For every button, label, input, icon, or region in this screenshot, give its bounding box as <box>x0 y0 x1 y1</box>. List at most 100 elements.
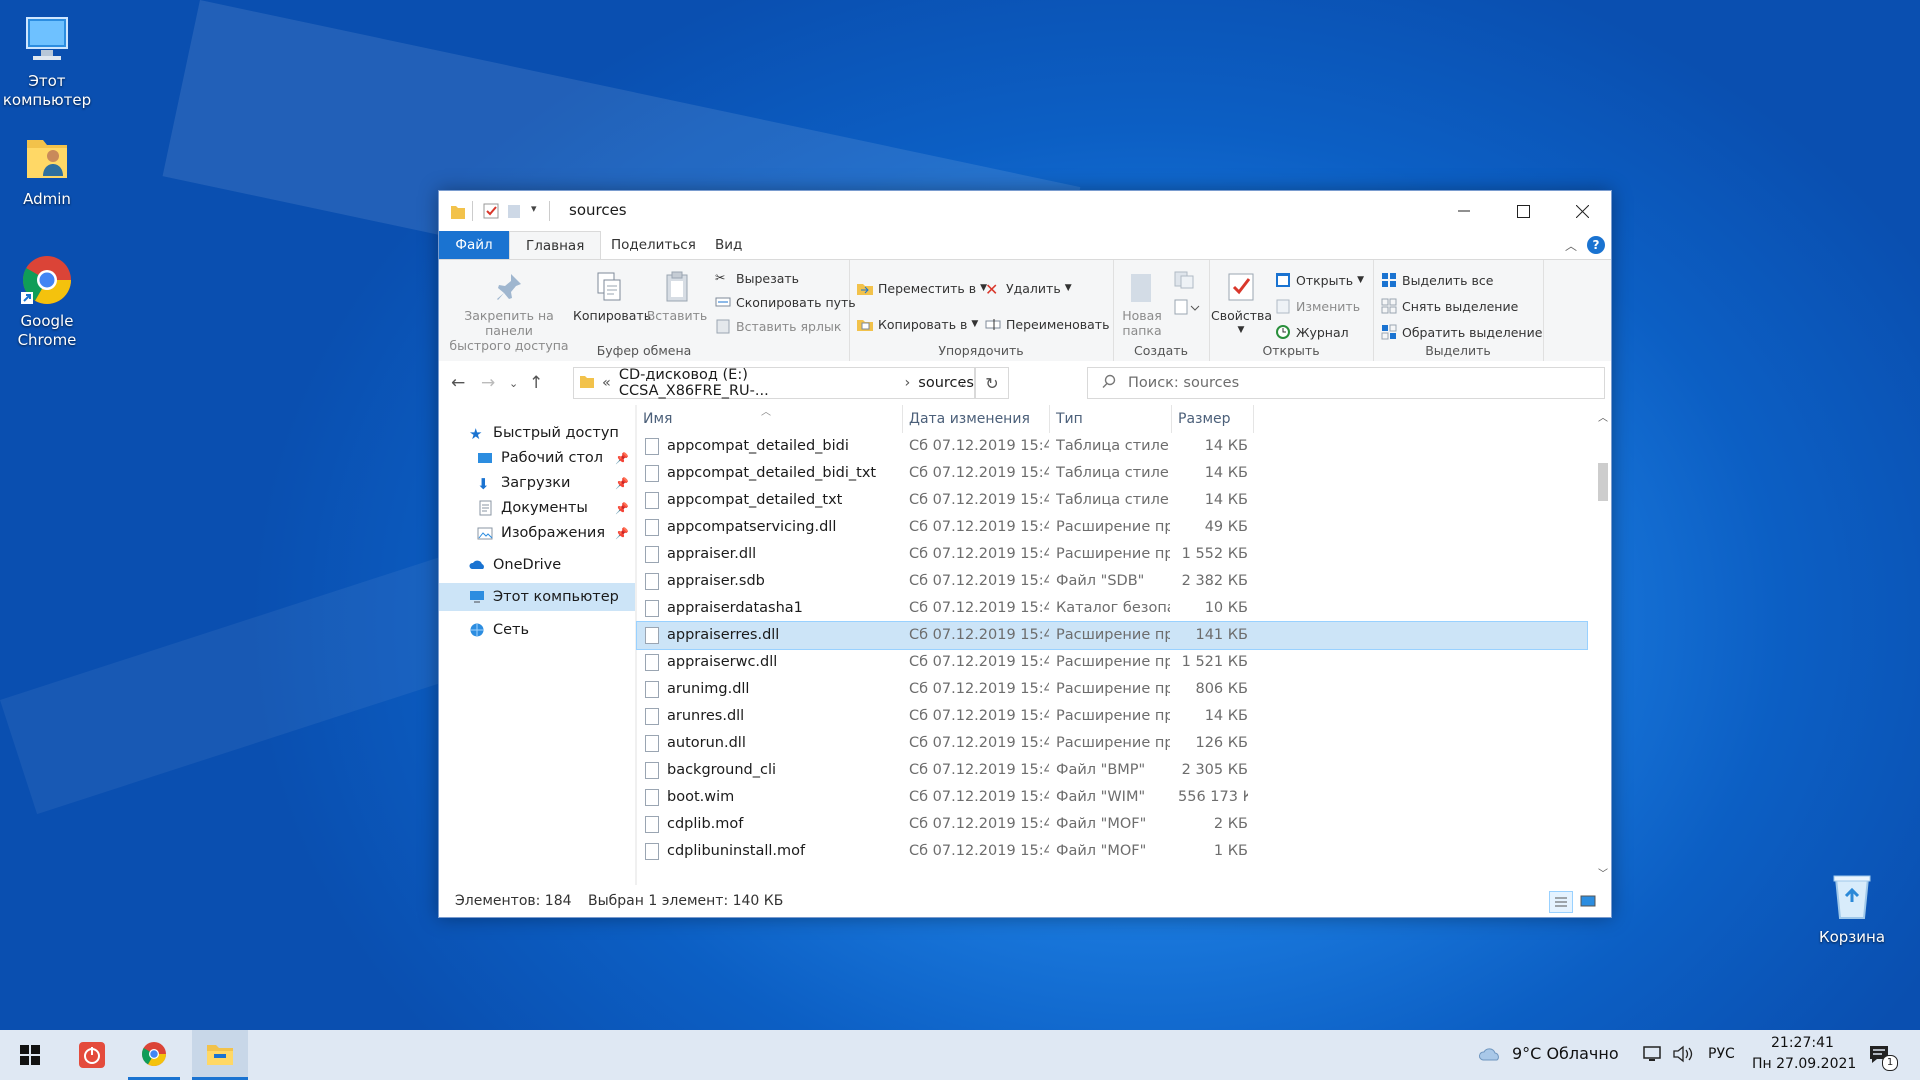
table-row[interactable]: arunimg.dll Сб 07.12.2019 15:44 Расширение… <box>637 676 1587 703</box>
new-item-icon[interactable] <box>1173 270 1197 294</box>
select-all-button[interactable]: Выделить все <box>1381 272 1493 288</box>
back-arrow-icon[interactable]: ← <box>451 373 465 393</box>
address-bar[interactable]: « CD-дисковод (E:) CCSA_X86FRE_RU-... › … <box>573 367 975 399</box>
group-open: Свойства ▼ Открыть ▼ Изменить Журнал Откр… <box>1209 260 1374 362</box>
copy-path-button[interactable]: Скопировать путь <box>715 294 856 310</box>
collapse-ribbon-icon[interactable]: ︿ <box>1565 237 1577 254</box>
large-icons-view-icon[interactable] <box>1577 891 1599 911</box>
search-box[interactable]: Поиск: sources <box>1087 367 1605 399</box>
desktop-icon-recycle-bin[interactable]: Корзина <box>1804 868 1900 947</box>
nav-documents[interactable]: Документы 📌 <box>439 494 635 522</box>
table-row[interactable]: boot.wim Сб 07.12.2019 15:44 Файл "WIM" 556… <box>637 784 1587 811</box>
open-label: Открыть <box>1296 272 1354 288</box>
help-icon[interactable]: ? <box>1587 236 1605 254</box>
tab-file[interactable]: Файл <box>439 231 509 259</box>
rename-button[interactable]: Переименовать <box>985 316 1109 332</box>
weather-cloud-icon[interactable] <box>1478 1044 1502 1068</box>
nav-pictures[interactable]: Изображения 📌 <box>439 519 635 547</box>
taskbar-app-power[interactable] <box>66 1030 118 1080</box>
table-row[interactable]: appraiserres.dll Сб 07.12.2019 15:44 Расши… <box>636 621 1588 650</box>
pin-quick-access-button[interactable]: Закрепить на панели быстрого доступа <box>445 270 573 353</box>
edit-button[interactable]: Изменить <box>1275 298 1360 314</box>
notifications-icon[interactable]: 1 <box>1868 1043 1898 1073</box>
open-button[interactable]: Открыть ▼ <box>1275 272 1364 288</box>
desktop-icon-chrome[interactable]: Google Chrome <box>0 252 95 350</box>
close-button[interactable] <box>1553 191 1611 231</box>
new-folder-button[interactable]: Новая папка <box>1115 270 1169 338</box>
nav-network[interactable]: Сеть <box>439 616 635 644</box>
table-row[interactable]: autorun.dll Сб 07.12.2019 15:44 Расширение… <box>637 730 1587 757</box>
invert-selection-button[interactable]: Обратить выделение <box>1381 324 1542 340</box>
copy-button[interactable]: Копировать <box>573 270 651 323</box>
address-history-chevron-icon[interactable]: ⌄ <box>956 376 966 390</box>
table-row[interactable]: cdplib.mof Сб 07.12.2019 15:44 Файл "MOF" 2… <box>637 811 1587 838</box>
tab-view[interactable]: Вид <box>699 231 758 259</box>
easy-access-icon[interactable] <box>1173 298 1201 322</box>
desktop-icon-admin[interactable]: Admin <box>0 130 95 209</box>
nav-downloads[interactable]: ⬇ Загрузки 📌 <box>439 469 635 497</box>
clock-date[interactable]: Пн 27.09.2021 <box>1752 1056 1856 1072</box>
select-none-button[interactable]: Снять выделение <box>1381 298 1518 314</box>
column-header-size[interactable]: Размер <box>1172 405 1254 433</box>
nav-quick-access[interactable]: ★ Быстрый доступ <box>439 419 635 447</box>
scroll-up-arrow-icon[interactable]: ︿ <box>1598 409 1608 424</box>
up-arrow-icon[interactable]: ↑ <box>529 373 543 393</box>
table-row[interactable]: cdplibuninstall.mof Сб 07.12.2019 15:44 Фа… <box>637 838 1587 865</box>
history-button[interactable]: Журнал <box>1275 324 1349 340</box>
table-row[interactable]: appraiser.dll Сб 07.12.2019 15:44 Расширен… <box>637 541 1587 568</box>
start-button[interactable] <box>4 1030 56 1080</box>
column-header-date[interactable]: Дата изменения <box>903 405 1050 433</box>
recent-locations-chevron-icon[interactable]: ⌄ <box>509 377 518 390</box>
maximize-button[interactable] <box>1494 191 1552 231</box>
weather-text[interactable]: 9°C Облачно <box>1512 1044 1619 1063</box>
address-segment-drive[interactable]: CD-дисковод (E:) CCSA_X86FRE_RU-... <box>619 367 897 399</box>
pin-icon[interactable]: 📌 <box>615 477 629 490</box>
table-row[interactable]: background_cli Сб 07.12.2019 15:44 Файл "B… <box>637 757 1587 784</box>
pin-icon[interactable]: 📌 <box>615 527 629 540</box>
taskbar-app-chrome[interactable] <box>128 1030 180 1080</box>
table-row[interactable]: appcompat_detailed_txt Сб 07.12.2019 15:4… <box>637 487 1587 514</box>
paste-button[interactable]: Вставить <box>645 270 709 323</box>
table-row[interactable]: arunres.dll Сб 07.12.2019 15:44 Расширение… <box>637 703 1587 730</box>
move-to-button[interactable]: Переместить в ▼ <box>857 280 987 296</box>
customize-quick-access-icon[interactable]: ▾ <box>531 202 537 215</box>
paste-shortcut-button[interactable]: Вставить ярлык <box>715 318 841 334</box>
nav-desktop[interactable]: Рабочий стол 📌 <box>439 444 635 472</box>
desktop-icon-this-pc[interactable]: Этот компьютер <box>0 12 95 110</box>
table-row[interactable]: appcompat_detailed_bidi Сб 07.12.2019 15:… <box>637 433 1587 460</box>
vertical-scrollbar[interactable]: ︿ ﹀ <box>1595 405 1611 885</box>
details-view-icon[interactable] <box>1549 891 1573 913</box>
cut-button[interactable]: ✂ Вырезать <box>715 270 799 286</box>
refresh-icon[interactable]: ↻ <box>975 367 1009 399</box>
column-header-name[interactable]: Имя <box>637 405 903 433</box>
address-separator[interactable]: › <box>904 375 910 391</box>
new-folder-quick-icon[interactable] <box>507 203 521 219</box>
clock-time[interactable]: 21:27:41 <box>1771 1035 1834 1051</box>
cell-type: Расширение при... <box>1056 627 1170 643</box>
copy-to-button[interactable]: Копировать в ▼ <box>857 316 978 332</box>
table-row[interactable]: appraiserwc.dll Сб 07.12.2019 15:44 Расшир… <box>637 649 1587 676</box>
scroll-down-arrow-icon[interactable]: ﹀ <box>1598 865 1608 880</box>
table-row[interactable]: appcompat_detailed_bidi_txt Сб 07.12.2019… <box>637 460 1587 487</box>
column-header-type[interactable]: Тип <box>1050 405 1172 433</box>
forward-arrow-icon[interactable]: → <box>481 373 495 393</box>
table-row[interactable]: appraiserdatasha1 Сб 07.12.2019 15:44 Ката… <box>637 595 1587 622</box>
tab-share[interactable]: Поделиться <box>595 231 712 259</box>
tab-home[interactable]: Главная <box>509 231 602 260</box>
table-row[interactable]: appraiser.sdb Сб 07.12.2019 15:44 Файл "SD… <box>637 568 1587 595</box>
properties-quick-icon[interactable] <box>483 203 499 219</box>
volume-icon[interactable] <box>1672 1045 1694 1067</box>
scrollbar-thumb[interactable] <box>1598 463 1608 501</box>
taskbar-app-file-explorer[interactable] <box>192 1030 248 1080</box>
properties-button[interactable]: Свойства ▼ <box>1211 270 1272 338</box>
minimize-button[interactable] <box>1435 191 1493 231</box>
nav-onedrive[interactable]: OneDrive <box>439 551 635 579</box>
address-overflow[interactable]: « <box>602 375 611 391</box>
nav-this-pc[interactable]: Этот компьютер <box>439 583 635 611</box>
delete-button[interactable]: ✕ Удалить ▼ <box>985 280 1072 299</box>
input-language[interactable]: РУС <box>1708 1046 1735 1062</box>
table-row[interactable]: appcompatservicing.dll Сб 07.12.2019 15:4… <box>637 514 1587 541</box>
pin-icon[interactable]: 📌 <box>615 452 629 465</box>
network-status-icon[interactable] <box>1642 1045 1664 1067</box>
pin-icon[interactable]: 📌 <box>615 502 629 515</box>
